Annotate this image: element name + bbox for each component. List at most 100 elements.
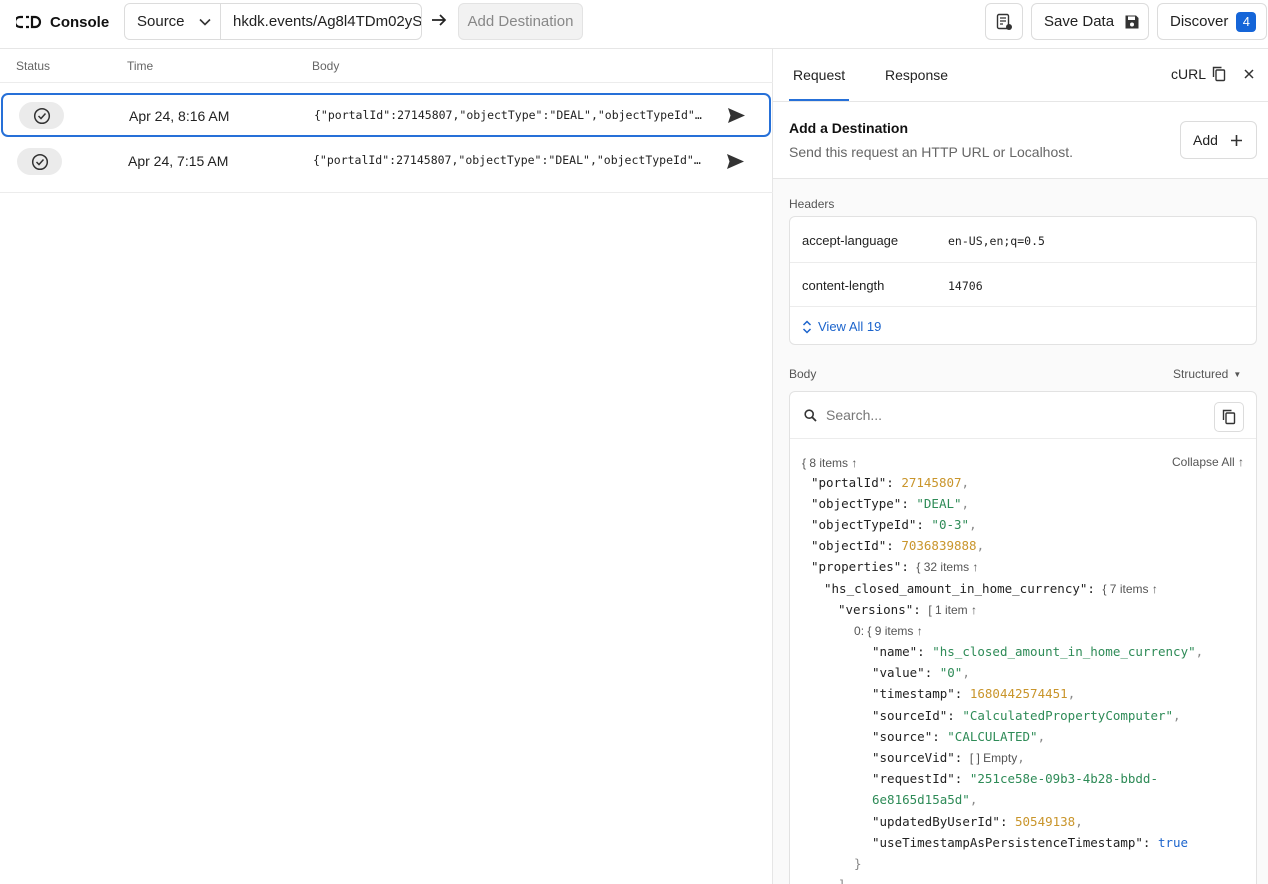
status-badge <box>19 102 64 129</box>
search-icon <box>804 409 817 422</box>
json-line: "objectType": "DEAL", <box>811 496 970 511</box>
request-detail-pane: Request Response cURL Add a Destination … <box>773 49 1268 884</box>
body-view-mode-select[interactable]: Structured ▼ <box>1173 367 1241 381</box>
json-index: 0 <box>854 624 861 638</box>
view-all-headers-link[interactable]: View All 19 <box>802 319 881 334</box>
json-value: 50549138 <box>1015 814 1076 829</box>
json-meta: { 32 items ↑ <box>916 560 979 574</box>
json-line[interactable]: 0: { 9 items ↑ <box>854 623 923 638</box>
collapse-all-button[interactable]: Collapse All ↑ <box>1172 455 1244 469</box>
body-search-input[interactable] <box>826 404 1206 426</box>
close-icon[interactable] <box>1243 68 1255 80</box>
json-value: "251ce58e-09b3-4b28-bbdd- <box>969 771 1158 786</box>
json-line: "timestamp": 1680442574451, <box>872 686 1076 701</box>
source-group: Source hkdk.events/Ag8l4TDm02yS <box>124 3 422 40</box>
body-search <box>790 392 1256 439</box>
copy-icon <box>1222 409 1236 425</box>
header-value: en-US,en;q=0.5 <box>948 234 1045 248</box>
logo: Console <box>16 12 109 32</box>
json-meta: [ 1 item ↑ <box>928 603 978 617</box>
json-root-toggle[interactable]: { 8 items ↑ <box>802 455 857 470</box>
json-key: updatedByUserId <box>879 814 993 829</box>
json-meta: [ ] Empty <box>969 751 1018 765</box>
json-key: source <box>879 729 925 744</box>
headers-label: Headers <box>789 197 835 211</box>
event-time: Apr 24, 7:15 AM <box>128 153 229 169</box>
json-value-continued: 6e8165d15a5d" <box>872 792 970 807</box>
header-value: 14706 <box>948 279 983 293</box>
source-select[interactable]: Source <box>125 4 221 39</box>
json-line[interactable]: "properties": { 32 items ↑ <box>811 559 978 574</box>
json-key: requestId <box>879 771 948 786</box>
json-value: 27145807 <box>901 475 962 490</box>
arrow-right-icon <box>432 14 447 26</box>
event-log-button[interactable] <box>985 3 1023 40</box>
chevron-down-icon <box>198 18 211 26</box>
json-close-bracket: ] <box>838 877 846 884</box>
json-key: objectType <box>818 496 894 511</box>
tab-request[interactable]: Request <box>793 67 845 83</box>
header-row: accept-language en-US,en;q=0.5 <box>790 217 1256 262</box>
json-value: "CALCULATED" <box>947 729 1038 744</box>
send-icon[interactable] <box>727 107 746 124</box>
add-destination-subtitle: Send this request an HTTP URL or Localho… <box>789 144 1074 160</box>
json-line[interactable]: "versions": [ 1 item ↑ <box>838 602 977 617</box>
send-icon[interactable] <box>726 153 745 170</box>
divider <box>0 82 773 83</box>
json-value: "CalculatedPropertyComputer" <box>962 708 1174 723</box>
json-value: "hs_closed_amount_in_home_currency" <box>932 644 1196 659</box>
events-pane: Status Time Body Apr 24, 8:16 AM {"porta… <box>0 49 773 884</box>
event-body: {"portalId":27145807,"objectType":"DEAL"… <box>313 153 703 167</box>
plus-icon <box>1230 134 1242 146</box>
copy-body-button[interactable] <box>1214 402 1244 432</box>
json-line: "requestId": "251ce58e-09b3-4b28-bbdd- <box>872 771 1158 786</box>
json-meta: { 8 items ↑ <box>802 456 858 470</box>
column-status: Status <box>16 59 51 73</box>
save-data-label: Save Data <box>1044 13 1115 30</box>
source-url[interactable]: hkdk.events/Ag8l4TDm02yS <box>221 4 421 39</box>
json-line: "useTimestampAsPersistenceTimestamp": tr… <box>872 835 1189 850</box>
divider <box>0 192 773 193</box>
json-value: "DEAL" <box>916 496 962 511</box>
json-line: "source": "CALCULATED", <box>872 729 1046 744</box>
document-settings-icon <box>996 13 1012 30</box>
discover-count-badge: 4 <box>1236 11 1257 32</box>
check-circle-icon <box>31 153 48 170</box>
json-line: "sourceId": "CalculatedPropertyComputer"… <box>872 708 1181 723</box>
json-meta: { 9 items ↑ <box>867 624 923 638</box>
body-label: Body <box>789 367 817 381</box>
event-time: Apr 24, 8:16 AM <box>129 108 230 124</box>
save-data-button[interactable]: Save Data <box>1031 3 1149 40</box>
curl-button[interactable]: cURL <box>1171 66 1226 82</box>
json-key: useTimestampAsPersistenceTimestamp <box>879 835 1136 850</box>
discover-label: Discover <box>1170 13 1229 30</box>
discover-button[interactable]: Discover 4 <box>1157 3 1267 40</box>
copy-icon <box>1212 66 1226 82</box>
add-button[interactable]: Add <box>1180 121 1257 159</box>
json-line: "value": "0", <box>872 665 970 680</box>
json-key: timestamp <box>879 686 948 701</box>
json-meta: { 7 items ↑ <box>1102 582 1158 596</box>
tab-response[interactable]: Response <box>885 67 948 83</box>
add-destination-button[interactable]: Add Destination <box>458 3 583 40</box>
column-body: Body <box>312 59 340 73</box>
body-view-mode-label: Structured <box>1173 367 1229 381</box>
json-line: "objectId": 7036839888, <box>811 538 985 553</box>
add-destination-title: Add a Destination <box>789 120 909 136</box>
json-value: "0" <box>939 665 963 680</box>
json-line: "sourceVid": [ ] Empty, <box>872 750 1025 765</box>
divider <box>790 306 1256 307</box>
source-select-label: Source <box>137 13 185 30</box>
status-badge <box>17 148 62 175</box>
json-key: objectTypeId <box>818 517 909 532</box>
json-value: 1680442574451 <box>969 686 1068 701</box>
expand-vertical-icon <box>802 319 812 334</box>
json-key: portalId <box>818 475 879 490</box>
json-line[interactable]: "hs_closed_amount_in_home_currency": { 7… <box>824 581 1158 596</box>
view-all-label: View All 19 <box>818 319 882 334</box>
header-key: content-length <box>802 278 885 293</box>
event-row[interactable]: Apr 24, 7:15 AM {"portalId":27145807,"ob… <box>0 139 772 183</box>
json-line: "updatedByUserId": 50549138, <box>872 814 1083 829</box>
event-row[interactable]: Apr 24, 8:16 AM {"portalId":27145807,"ob… <box>1 93 771 137</box>
top-bar: Console Source hkdk.events/Ag8l4TDm02yS … <box>0 0 1268 49</box>
